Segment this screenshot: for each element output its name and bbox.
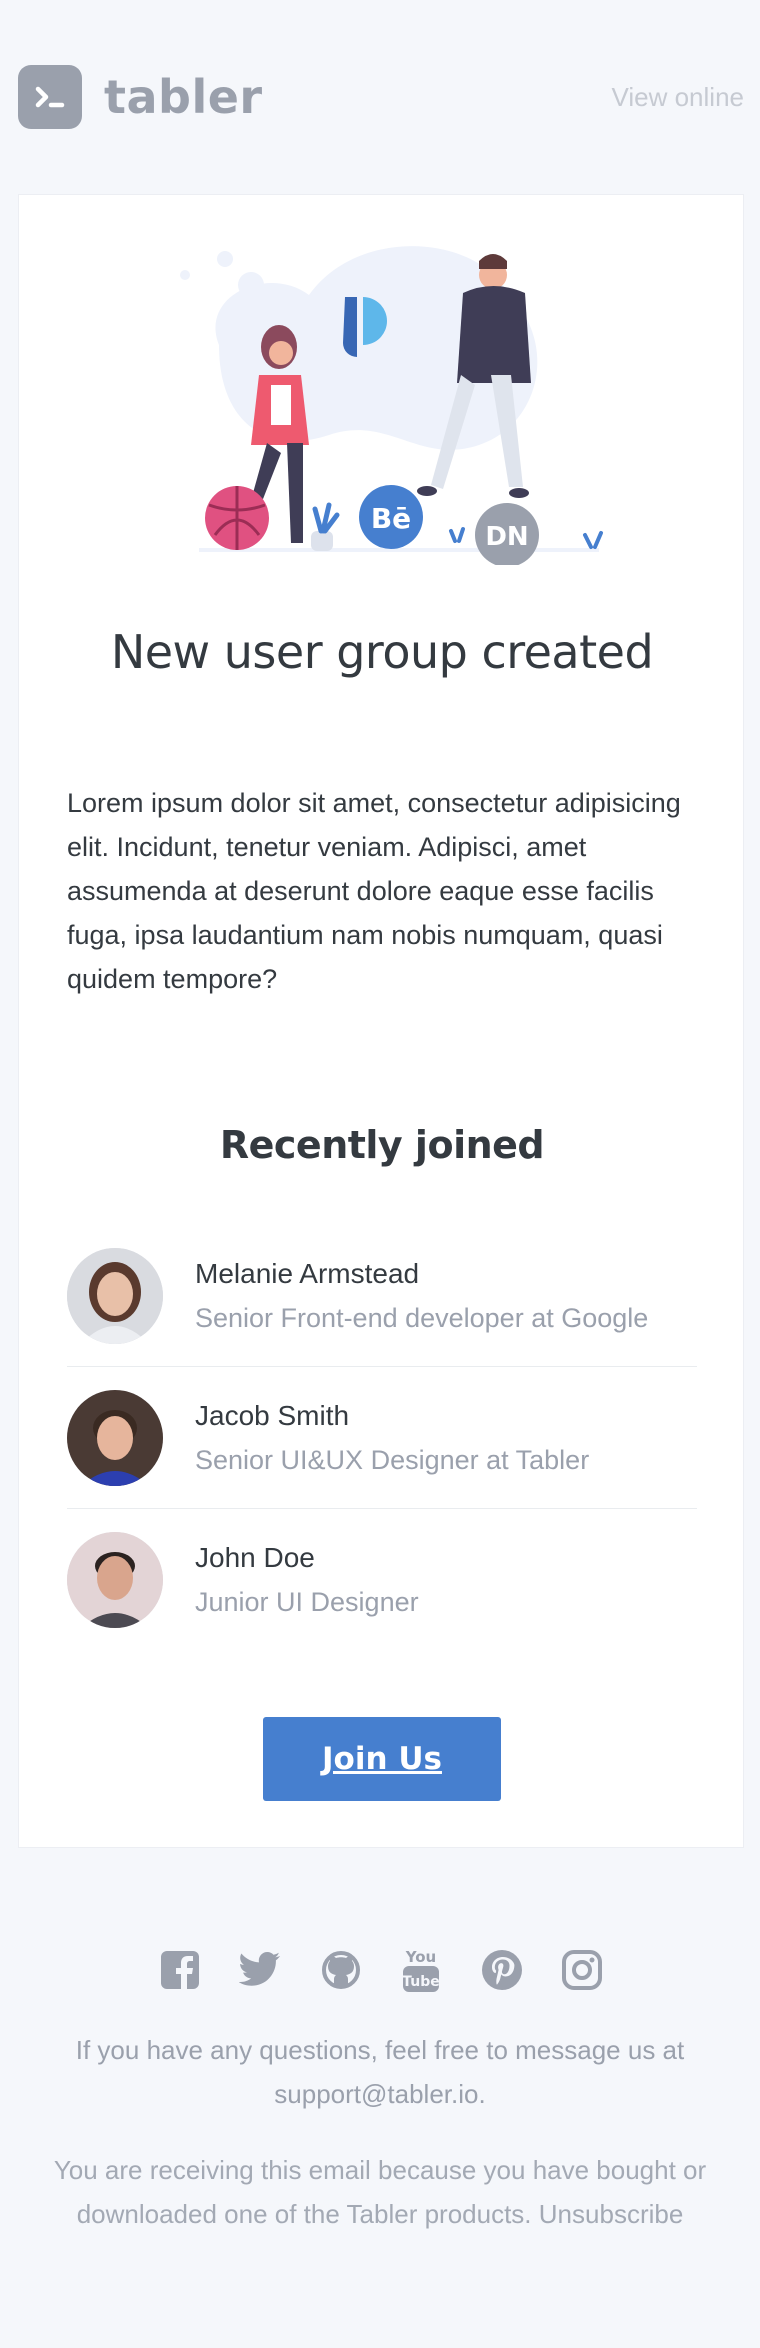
behance-badge-icon: Bē bbox=[371, 502, 411, 535]
github-icon[interactable] bbox=[319, 1948, 363, 1992]
member-role: Junior UI Designer bbox=[195, 1587, 419, 1617]
svg-text:You: You bbox=[405, 1948, 436, 1966]
twitter-icon[interactable] bbox=[238, 1948, 282, 1992]
youtube-icon[interactable]: You Tube bbox=[399, 1948, 443, 1992]
member-name: John Doe bbox=[195, 1542, 315, 1573]
support-email-link[interactable]: support@tabler.io bbox=[274, 2079, 478, 2109]
footer-questions-text: If you have any questions, feel free to … bbox=[75, 2035, 685, 2065]
instagram-icon[interactable] bbox=[560, 1948, 604, 1992]
pinterest-icon[interactable] bbox=[480, 1948, 524, 1992]
svg-text:Tube: Tube bbox=[402, 1974, 440, 1990]
members-list: Melanie Armstead Senior Front-end develo… bbox=[67, 1225, 697, 1651]
social-links: You Tube bbox=[158, 1946, 604, 1994]
join-us-button[interactable]: Join Us bbox=[263, 1717, 501, 1801]
brand[interactable]: tabler bbox=[18, 65, 263, 129]
recently-joined-title: Recently joined bbox=[219, 1123, 545, 1167]
list-item: Melanie Armstead Senior Front-end develo… bbox=[67, 1225, 697, 1367]
headline: New user group created bbox=[110, 625, 654, 679]
unsubscribe-link[interactable]: Unsubscribe bbox=[539, 2199, 684, 2229]
brand-name: tabler bbox=[104, 70, 263, 124]
body-paragraph: Lorem ipsum dolor sit amet, consectetur … bbox=[67, 788, 681, 994]
email-card: Bē DN New user group created Lorem ipsum… bbox=[18, 194, 744, 1848]
member-role: Senior UI&UX Designer at Tabler bbox=[195, 1444, 590, 1475]
designer-news-badge-icon: DN bbox=[485, 522, 528, 552]
list-item: Jacob Smith Senior UI&UX Designer at Tab… bbox=[67, 1367, 697, 1509]
member-role: Senior Front-end developer at Google bbox=[195, 1302, 649, 1333]
view-online-link[interactable]: View online bbox=[611, 82, 744, 113]
email-header: tabler View online bbox=[18, 64, 744, 130]
footer-receiving: You are receiving this email because you… bbox=[30, 2148, 730, 2236]
footer-period: . bbox=[478, 2079, 486, 2109]
tabler-logo-icon bbox=[18, 65, 82, 129]
member-name: Melanie Armstead bbox=[195, 1257, 420, 1289]
footer-questions: If you have any questions, feel free to … bbox=[30, 2028, 730, 2116]
facebook-icon[interactable] bbox=[158, 1948, 202, 1992]
member-name: Jacob Smith bbox=[195, 1399, 350, 1431]
team-illustration: Bē DN bbox=[180, 246, 603, 565]
list-item: John Doe Junior UI Designer bbox=[67, 1509, 697, 1651]
avatar bbox=[67, 1247, 163, 1344]
avatar bbox=[67, 1532, 163, 1628]
avatar bbox=[67, 1389, 163, 1486]
